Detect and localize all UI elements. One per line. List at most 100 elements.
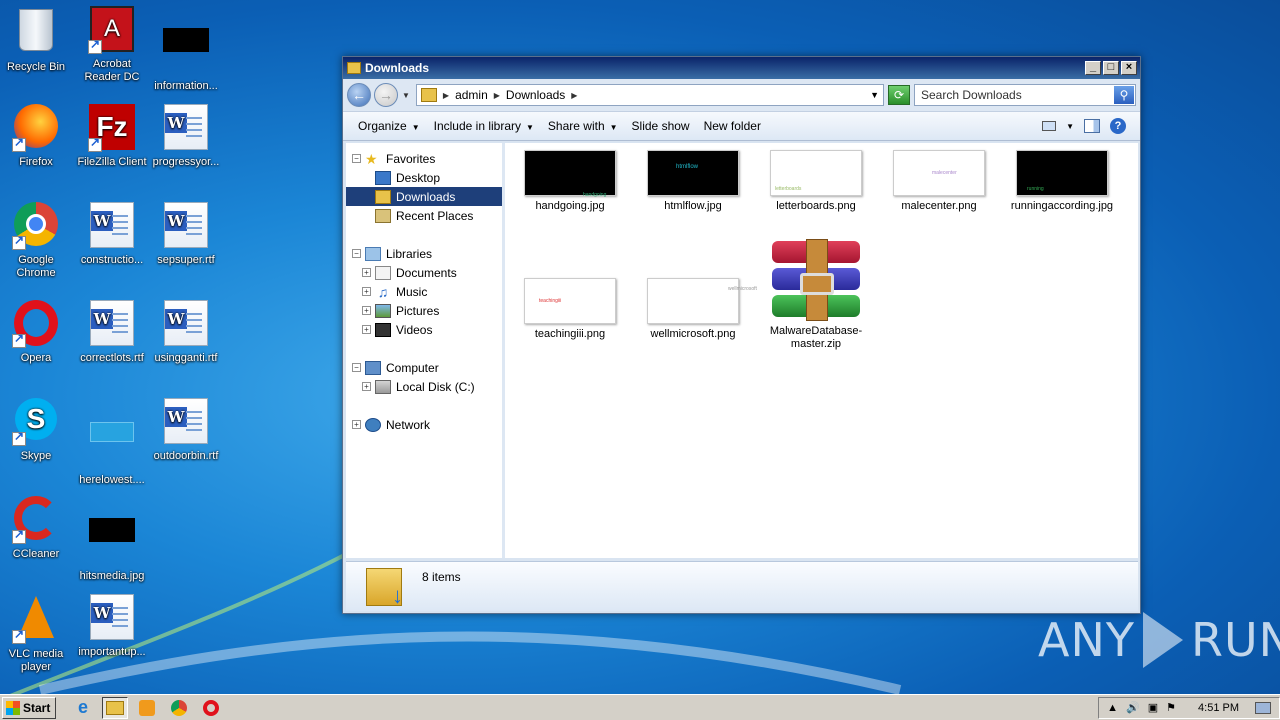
- media-player-icon: [139, 699, 155, 716]
- shortcut-arrow-icon: [88, 38, 102, 54]
- libraries-icon: [365, 246, 381, 261]
- file-item[interactable]: running runningaccording.jpg: [1007, 150, 1117, 213]
- nav-libraries[interactable]: − Libraries: [346, 244, 502, 263]
- file-item[interactable]: letterboards letterboards.png: [761, 150, 871, 213]
- desktop-file-correctlots[interactable]: W correctlots.rtf: [74, 300, 150, 365]
- expand-icon[interactable]: +: [352, 420, 361, 429]
- taskbar-explorer[interactable]: [102, 696, 128, 719]
- help-icon[interactable]: ?: [1110, 118, 1126, 134]
- desktop-file-herelowest[interactable]: herelowest....: [74, 398, 150, 487]
- new-folder-button[interactable]: New folder: [697, 115, 768, 137]
- address-dropdown-icon[interactable]: ▼: [870, 90, 879, 100]
- desktop-file-importantup[interactable]: W importantup...: [74, 594, 150, 659]
- firefox-shortcut[interactable]: Firefox: [0, 104, 74, 169]
- expand-icon[interactable]: +: [362, 287, 371, 296]
- address-bar[interactable]: ▶ admin ▶ Downloads ▶ ▼: [415, 84, 884, 106]
- share-with-button[interactable]: Share with ▼: [541, 115, 625, 137]
- file-item[interactable]: handgoing handgoing.jpg: [515, 150, 625, 213]
- opera-shortcut[interactable]: Opera: [0, 300, 74, 365]
- recent-pages-dropdown-icon[interactable]: ▼: [402, 91, 410, 100]
- ccleaner-shortcut[interactable]: CCleaner: [0, 496, 74, 561]
- collapse-icon[interactable]: −: [352, 154, 361, 163]
- desktop-file-progressyor[interactable]: W progressyor...: [148, 104, 224, 169]
- search-input[interactable]: Search Downloads ⚲: [914, 84, 1136, 106]
- nav-computer[interactable]: − Computer: [346, 358, 502, 377]
- breadcrumb-separator-icon[interactable]: ▶: [571, 91, 577, 100]
- taskbar-opera[interactable]: [198, 697, 224, 719]
- details-pane: 8 items: [346, 561, 1138, 611]
- navigation-pane: − ★ Favorites Desktop Downloads Recent P…: [346, 143, 505, 558]
- expand-icon[interactable]: +: [362, 325, 371, 334]
- desktop-file-constructio[interactable]: W constructio...: [74, 202, 150, 267]
- expand-icon[interactable]: +: [362, 268, 371, 277]
- vlc-shortcut[interactable]: VLC media player: [0, 594, 74, 674]
- close-button[interactable]: ×: [1121, 61, 1137, 75]
- collapse-icon[interactable]: −: [352, 363, 361, 372]
- shortcut-arrow-icon: [12, 136, 26, 152]
- breadcrumb-separator-icon[interactable]: ▶: [494, 91, 500, 100]
- title-bar[interactable]: Downloads _ □ ×: [343, 57, 1140, 79]
- file-item[interactable]: MalwareDatabase-master.zip: [761, 239, 871, 351]
- volume-icon[interactable]: 🔊: [1126, 701, 1140, 714]
- image-thumbnail: htmlflow: [647, 150, 739, 196]
- breadcrumb-admin[interactable]: admin: [455, 88, 488, 102]
- action-center-flag-icon[interactable]: ⚑: [1166, 701, 1176, 714]
- forward-button[interactable]: →: [374, 83, 398, 107]
- acrobat-shortcut[interactable]: A Acrobat Reader DC: [74, 6, 150, 84]
- slide-show-button[interactable]: Slide show: [625, 115, 697, 137]
- skype-shortcut[interactable]: S Skype: [0, 398, 74, 463]
- expand-icon[interactable]: +: [362, 382, 371, 391]
- minimize-button[interactable]: _: [1085, 61, 1101, 75]
- nav-local-disk[interactable]: + Local Disk (C:): [346, 377, 502, 396]
- view-options-dropdown-icon[interactable]: ▼: [1066, 122, 1074, 131]
- organize-button[interactable]: Organize ▼: [351, 115, 427, 137]
- show-hidden-icons-icon[interactable]: ▲: [1107, 702, 1118, 714]
- desktop-file-usingganti[interactable]: W usingganti.rtf: [148, 300, 224, 365]
- file-item[interactable]: htmlflow htmlflow.jpg: [638, 150, 748, 213]
- nav-videos[interactable]: + Videos: [346, 320, 502, 339]
- folder-icon: [347, 62, 361, 74]
- recycle-bin[interactable]: Recycle Bin: [0, 6, 74, 74]
- image-thumbnail: wellmicrosoft: [647, 278, 757, 324]
- nav-desktop[interactable]: Desktop: [346, 168, 502, 187]
- desktop-file-information[interactable]: information...: [148, 6, 224, 93]
- breadcrumb-downloads[interactable]: Downloads: [506, 88, 565, 102]
- file-item[interactable]: teachingiii teachingiii.png: [515, 278, 625, 341]
- image-file-icon: [162, 28, 210, 76]
- pictures-icon: [375, 303, 391, 318]
- breadcrumb-separator-icon[interactable]: ▶: [443, 91, 449, 100]
- nav-favorites[interactable]: − ★ Favorites: [346, 149, 502, 168]
- chrome-shortcut[interactable]: Google Chrome: [0, 202, 74, 280]
- start-button[interactable]: Start: [2, 696, 56, 719]
- search-icon[interactable]: ⚲: [1114, 86, 1134, 104]
- desktop-file-outdoorbin[interactable]: W outdoorbin.rtf: [148, 398, 224, 463]
- maximize-button[interactable]: □: [1103, 61, 1119, 75]
- back-button[interactable]: ←: [347, 83, 371, 107]
- collapse-icon[interactable]: −: [352, 249, 361, 258]
- show-desktop-icon[interactable]: [1255, 701, 1271, 714]
- taskbar-ie[interactable]: e: [70, 697, 96, 719]
- nav-recent-places[interactable]: Recent Places: [346, 206, 502, 225]
- hard-drive-icon: [375, 379, 391, 394]
- file-item[interactable]: wellmicrosoft wellmicrosoft.png: [638, 278, 757, 341]
- network-tray-icon[interactable]: ▣: [1148, 701, 1158, 714]
- nav-pictures[interactable]: + Pictures: [346, 301, 502, 320]
- refresh-button[interactable]: ⟳: [888, 85, 910, 105]
- taskbar-chrome[interactable]: [166, 697, 192, 719]
- nav-music[interactable]: + ♫ Music: [346, 282, 502, 301]
- nav-network[interactable]: + Network: [346, 415, 502, 434]
- expand-icon[interactable]: +: [362, 306, 371, 315]
- image-thumbnail: teachingiii: [524, 278, 616, 324]
- clock[interactable]: 4:51 PM: [1198, 702, 1239, 714]
- nav-documents[interactable]: + Documents: [346, 263, 502, 282]
- taskbar-media-player[interactable]: [134, 697, 160, 719]
- change-view-icon[interactable]: [1042, 121, 1057, 131]
- preview-pane-icon[interactable]: [1084, 119, 1100, 133]
- nav-downloads[interactable]: Downloads: [346, 187, 502, 206]
- include-in-library-button[interactable]: Include in library ▼: [427, 115, 541, 137]
- documents-icon: [375, 265, 391, 280]
- filezilla-shortcut[interactable]: Fz FileZilla Client: [74, 104, 150, 169]
- desktop-file-hitsmedia[interactable]: hitsmedia.jpg: [74, 496, 150, 583]
- desktop-file-sepsuper[interactable]: W sepsuper.rtf: [148, 202, 224, 267]
- file-item[interactable]: malecenter malecenter.png: [884, 150, 994, 213]
